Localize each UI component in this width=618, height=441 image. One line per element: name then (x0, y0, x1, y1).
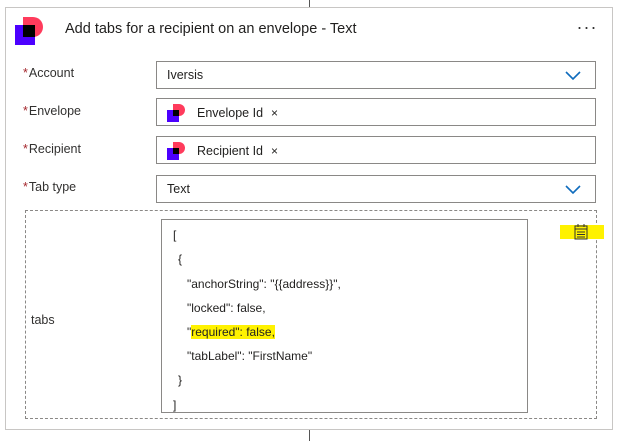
docusign-logo-icon (15, 17, 43, 45)
tab-type-value: Text (167, 182, 190, 196)
json-line: { (178, 252, 183, 266)
docusign-token-icon (167, 142, 185, 160)
remove-token-icon[interactable]: × (271, 106, 278, 120)
tabs-json-editor[interactable]: [ { "anchorString": "{{address}}", "lock… (161, 219, 528, 413)
account-value: Iversis (167, 68, 204, 82)
chevron-down-icon (565, 71, 581, 81)
envelope-token-label: Envelope Id (197, 106, 264, 120)
connector-bottom (309, 430, 310, 441)
json-line: "locked": false, (187, 301, 266, 315)
card-title: Add tabs for a recipient on an envelope … (65, 21, 357, 37)
recipient-id-token[interactable]: Recipient Id × (167, 140, 278, 162)
envelope-id-token[interactable]: Envelope Id × (167, 102, 278, 124)
envelope-field[interactable]: Envelope Id × (156, 98, 596, 126)
table-list-icon (574, 224, 588, 240)
json-line: } (178, 373, 183, 387)
json-line: ] (173, 398, 177, 412)
json-line-required: "required": false, (187, 325, 275, 339)
docusign-token-icon (167, 104, 185, 122)
tabs-array-area: tabs [ { "anchorString": "{{address}}", … (25, 210, 604, 419)
account-label: *Account (23, 66, 75, 80)
json-line: [ (173, 228, 177, 242)
card-header[interactable]: Add tabs for a recipient on an envelope … (6, 8, 612, 50)
envelope-label: *Envelope (23, 104, 81, 118)
json-line: "anchorString": "{{address}}", (187, 277, 341, 291)
action-card: Add tabs for a recipient on an envelope … (5, 7, 613, 430)
json-line: "tabLabel": "FirstName" (187, 349, 313, 363)
recipient-token-label: Recipient Id (197, 144, 264, 158)
remove-token-icon[interactable]: × (271, 144, 278, 158)
highlighted-text: required": false, (191, 325, 275, 339)
tab-type-label: *Tab type (23, 180, 77, 194)
switch-input-mode-button[interactable] (560, 224, 604, 240)
more-options-button[interactable]: ··· (574, 17, 600, 39)
account-dropdown[interactable]: Iversis (156, 61, 596, 89)
recipient-field[interactable]: Recipient Id × (156, 136, 596, 164)
recipient-label: *Recipient (23, 142, 81, 156)
chevron-down-icon (565, 185, 581, 195)
tab-type-dropdown[interactable]: Text (156, 175, 596, 203)
tabs-label: tabs (31, 313, 55, 327)
